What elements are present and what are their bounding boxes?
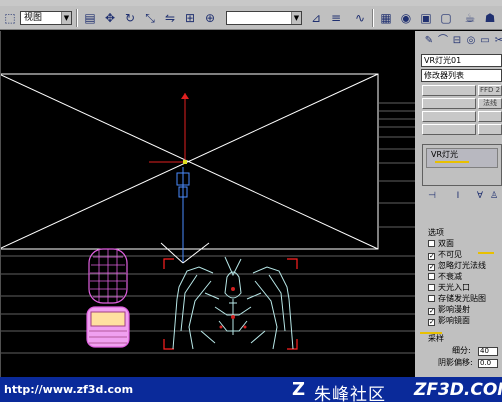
option-ignore-light-normals[interactable]: ✓ 忽略灯光法线	[428, 261, 486, 271]
accent-line	[478, 252, 494, 254]
mirror-icon[interactable]: ⇋	[162, 10, 178, 26]
motion-tab-icon[interactable]: ◎	[464, 33, 478, 49]
toolbar-divider	[76, 9, 78, 27]
modifier-button-normal[interactable]: 法线	[478, 98, 502, 109]
select-by-name-icon[interactable]: ▤	[82, 10, 98, 26]
render-setup-icon[interactable]: ▣	[418, 10, 434, 26]
site-url: http://www.zf3d.com	[4, 383, 134, 396]
main-toolbar: ⬚ 视图 ▼ ▤ ✥ ↻ ⤡ ⇋ ⊞ ⊕ ▼ ⊿ ≡ ∿ ▦ ◉ ▣ ▢ ☕ ☗	[0, 6, 502, 30]
modifier-button[interactable]	[478, 124, 502, 135]
display-tab-icon[interactable]: ▭	[478, 33, 492, 49]
view-dropdown-label: 视图	[24, 13, 43, 23]
move-icon[interactable]: ✥	[102, 10, 118, 26]
quick-render-icon[interactable]: ☕	[462, 10, 478, 26]
robot-mesh[interactable]	[172, 256, 294, 350]
site-logo-text: ZF3D.COM	[414, 380, 502, 400]
select-object-icon[interactable]: ⬚	[2, 10, 18, 26]
shadow-bias-label: 阴影偏移:	[438, 358, 473, 367]
toolbar-divider	[372, 9, 374, 27]
perspective-viewport[interactable]	[0, 31, 417, 377]
sampling-rollout-title[interactable]: 采样	[428, 334, 444, 343]
modifier-button[interactable]	[422, 124, 476, 135]
command-panel: ✎ ⌒ ⊟ ◎ ▭ ✂ VR灯光01 修改器列表 FFD 2 法线 VR灯光 ⊣…	[418, 31, 502, 377]
modifier-button[interactable]	[422, 85, 476, 96]
pin-stack-icon[interactable]: ⊣	[426, 190, 438, 202]
stack-toolbar: ⊣ Ⅰ ∀ ♙	[422, 190, 502, 204]
option-invisible[interactable]: ✓ 不可见	[428, 250, 462, 260]
subdivs-spinner[interactable]: 40	[478, 347, 498, 356]
schematic-view-icon[interactable]: ▦	[378, 10, 394, 26]
modifier-button-ffd[interactable]: FFD 2	[478, 85, 502, 96]
curve-editor-icon[interactable]: ∿	[352, 10, 368, 26]
checkbox-checked[interactable]: ✓	[428, 308, 435, 315]
vray-light-plane[interactable]	[1, 73, 379, 250]
command-panel-tabs: ✎ ⌒ ⊟ ◎ ▭ ✂	[420, 33, 502, 51]
modifier-button[interactable]	[422, 111, 476, 122]
modifier-list-dropdown[interactable]: 修改器列表	[421, 69, 502, 82]
make-unique-icon[interactable]: ∀	[474, 190, 486, 202]
chevron-down-icon: ▼	[291, 12, 301, 24]
option-affect-specular[interactable]: ✓ 影响镜面	[428, 316, 470, 326]
option-skylight-portal[interactable]: 天光入口	[428, 283, 470, 293]
checkbox[interactable]	[428, 295, 435, 302]
material-editor-icon[interactable]: ◉	[398, 10, 414, 26]
logo-mark: Z	[292, 379, 306, 400]
create-tab-icon[interactable]: ✎	[422, 33, 436, 49]
option-store-irradiance-map[interactable]: 存储发光贴图	[428, 294, 486, 304]
named-selection-dropdown[interactable]: ▼	[226, 11, 302, 25]
layer-manager-icon[interactable]: ≡	[328, 10, 344, 26]
modify-tab-icon[interactable]: ⌒	[436, 33, 450, 49]
community-name: 朱峰社区	[314, 385, 386, 402]
stack-item-label: VR灯光	[431, 150, 459, 159]
view-dropdown[interactable]: 视图 ▼	[20, 11, 72, 25]
mirror-tool-icon[interactable]: ⊿	[308, 10, 324, 26]
checkbox-checked[interactable]: ✓	[428, 264, 435, 271]
render-production-icon[interactable]: ☗	[482, 10, 498, 26]
remove-modifier-icon[interactable]: ♙	[488, 190, 500, 202]
stack-item-highlight	[435, 161, 469, 163]
option-affect-diffuse[interactable]: ✓ 影响漫射	[428, 305, 470, 315]
utilities-tab-icon[interactable]: ✂	[492, 33, 502, 49]
viewport-grid	[1, 102, 417, 354]
snap-icon[interactable]: ⊕	[202, 10, 218, 26]
watermark-banner: http://www.zf3d.com Z 朱峰社区 ZF3D.COM	[0, 377, 502, 402]
viewport-scene	[1, 73, 417, 354]
stack-item-vray-light[interactable]: VR灯光	[426, 148, 498, 168]
shadow-bias-spinner[interactable]: 0.0	[478, 359, 498, 368]
light-spread-lines	[160, 242, 210, 264]
checkbox[interactable]	[428, 240, 435, 247]
show-end-result-icon[interactable]: Ⅰ	[452, 190, 464, 202]
option-double-sided[interactable]: 双面	[428, 239, 454, 249]
checkbox[interactable]	[428, 284, 435, 291]
capsule-object[interactable]	[86, 248, 130, 348]
render-frame-icon[interactable]: ▢	[438, 10, 454, 26]
subdivs-label: 细分:	[452, 346, 471, 355]
object-name-field[interactable]: VR灯光01	[421, 54, 502, 67]
checkbox-checked[interactable]: ✓	[428, 319, 435, 326]
scale-icon[interactable]: ⤡	[142, 10, 158, 26]
option-no-decay[interactable]: 不衰减	[428, 272, 462, 282]
align-icon[interactable]: ⊞	[182, 10, 198, 26]
options-rollout-title[interactable]: 选项	[428, 228, 444, 237]
transform-gizmo[interactable]	[149, 93, 189, 164]
modifier-button[interactable]	[422, 98, 476, 109]
chevron-down-icon: ▼	[61, 12, 71, 24]
checkbox[interactable]	[428, 273, 435, 280]
modifier-stack: VR灯光	[422, 144, 502, 186]
checkbox-checked[interactable]: ✓	[428, 253, 435, 260]
rotate-icon[interactable]: ↻	[122, 10, 138, 26]
modifier-button[interactable]	[478, 111, 502, 122]
hierarchy-tab-icon[interactable]: ⊟	[450, 33, 464, 49]
